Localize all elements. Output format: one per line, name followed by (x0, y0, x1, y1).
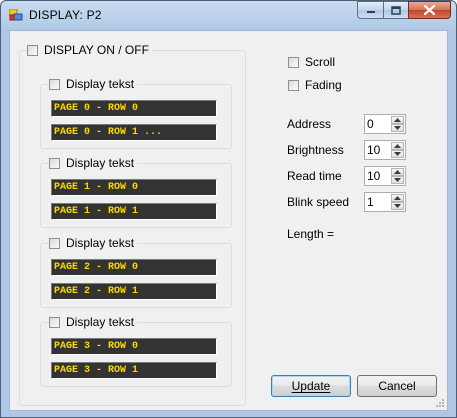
display-window: DISPLAY: P2 DISPLAY ON / OFF Display tek… (0, 0, 457, 418)
blinkspeed-label: Blink speed (287, 195, 350, 209)
page-1-display-checkbox[interactable]: Display tekst (49, 156, 138, 170)
update-button-label: Update (291, 379, 331, 393)
blinkspeed-spinner[interactable]: 1 (364, 192, 406, 212)
page-0-display-checkbox[interactable]: Display tekst (49, 77, 138, 91)
maximize-button[interactable] (383, 1, 408, 19)
page-3-checkbox-label: Display tekst (66, 315, 135, 329)
checkbox-icon (27, 44, 38, 56)
brightness-value[interactable]: 10 (367, 143, 380, 157)
title-bar[interactable]: DISPLAY: P2 (1, 1, 456, 29)
page-0-row-1-field[interactable]: PAGE 0 - ROW 1 ... (51, 124, 217, 141)
scroll-label: Scroll (305, 55, 336, 69)
checkbox-icon (288, 79, 299, 91)
readtime-down-button[interactable] (391, 176, 404, 184)
maximize-icon (391, 5, 401, 15)
page-0-checkbox-label: Display tekst (66, 77, 135, 91)
readtime-spinner[interactable]: 10 (364, 166, 406, 186)
page-3-display-checkbox[interactable]: Display tekst (49, 315, 138, 329)
page-3-row-0-field[interactable]: PAGE 3 - ROW 0 (51, 338, 217, 355)
page-1-row-1-field[interactable]: PAGE 1 - ROW 1 (51, 203, 217, 220)
blinkspeed-up-button[interactable] (391, 194, 404, 202)
minimize-icon (366, 11, 375, 13)
page-2-row-1-field[interactable]: PAGE 2 - ROW 1 (51, 283, 217, 300)
update-button[interactable]: Update (271, 375, 351, 397)
display-onoff-label: DISPLAY ON / OFF (44, 43, 149, 57)
close-icon (424, 5, 435, 15)
page-3-row-1-field[interactable]: PAGE 3 - ROW 1 (51, 362, 217, 379)
arrow-down-icon (394, 152, 401, 156)
page-1-checkbox-label: Display tekst (66, 156, 135, 170)
close-button[interactable] (408, 1, 451, 19)
display-onoff-checkbox[interactable]: DISPLAY ON / OFF (27, 43, 152, 57)
page-1-row-0-field[interactable]: PAGE 1 - ROW 0 (51, 179, 217, 196)
fading-checkbox[interactable]: Fading (288, 78, 345, 92)
scroll-checkbox[interactable]: Scroll (288, 55, 338, 69)
page-2-checkbox-label: Display tekst (66, 236, 135, 250)
blinkspeed-down-button[interactable] (391, 202, 404, 210)
address-up-button[interactable] (391, 116, 404, 124)
arrow-up-icon (394, 170, 401, 174)
checkbox-icon (49, 237, 60, 249)
arrow-down-icon (394, 126, 401, 130)
page-2-row-0-field[interactable]: PAGE 2 - ROW 0 (51, 259, 217, 276)
client-area: DISPLAY ON / OFF Display tekst PAGE 0 - … (9, 30, 448, 411)
address-value[interactable]: 0 (367, 117, 374, 131)
arrow-down-icon (394, 204, 401, 208)
checkbox-icon (49, 157, 60, 169)
window-title: DISPLAY: P2 (29, 8, 102, 22)
address-label: Address (287, 117, 332, 131)
blinkspeed-value[interactable]: 1 (367, 195, 374, 209)
brightness-spinner[interactable]: 10 (364, 140, 406, 160)
checkbox-icon (49, 78, 60, 90)
cancel-button-label: Cancel (378, 379, 416, 393)
arrow-up-icon (394, 196, 401, 200)
minimize-button[interactable] (357, 1, 383, 19)
arrow-up-icon (394, 118, 401, 122)
readtime-value[interactable]: 10 (367, 169, 380, 183)
readtime-label: Read time (287, 169, 342, 183)
cancel-button[interactable]: Cancel (357, 375, 437, 397)
page-2-display-checkbox[interactable]: Display tekst (49, 236, 138, 250)
address-spinner[interactable]: 0 (364, 114, 406, 134)
length-label: Length = (287, 227, 335, 241)
readtime-up-button[interactable] (391, 168, 404, 176)
brightness-label: Brightness (287, 143, 344, 157)
fading-label: Fading (305, 78, 342, 92)
page-0-row-0-field[interactable]: PAGE 0 - ROW 0 (51, 100, 217, 117)
resize-grip-icon[interactable] (435, 398, 445, 408)
checkbox-icon (288, 56, 299, 68)
address-down-button[interactable] (391, 124, 404, 132)
brightness-up-button[interactable] (391, 142, 404, 150)
arrow-down-icon (394, 178, 401, 182)
app-icon (9, 9, 23, 21)
brightness-down-button[interactable] (391, 150, 404, 158)
checkbox-icon (49, 316, 60, 328)
arrow-up-icon (394, 144, 401, 148)
